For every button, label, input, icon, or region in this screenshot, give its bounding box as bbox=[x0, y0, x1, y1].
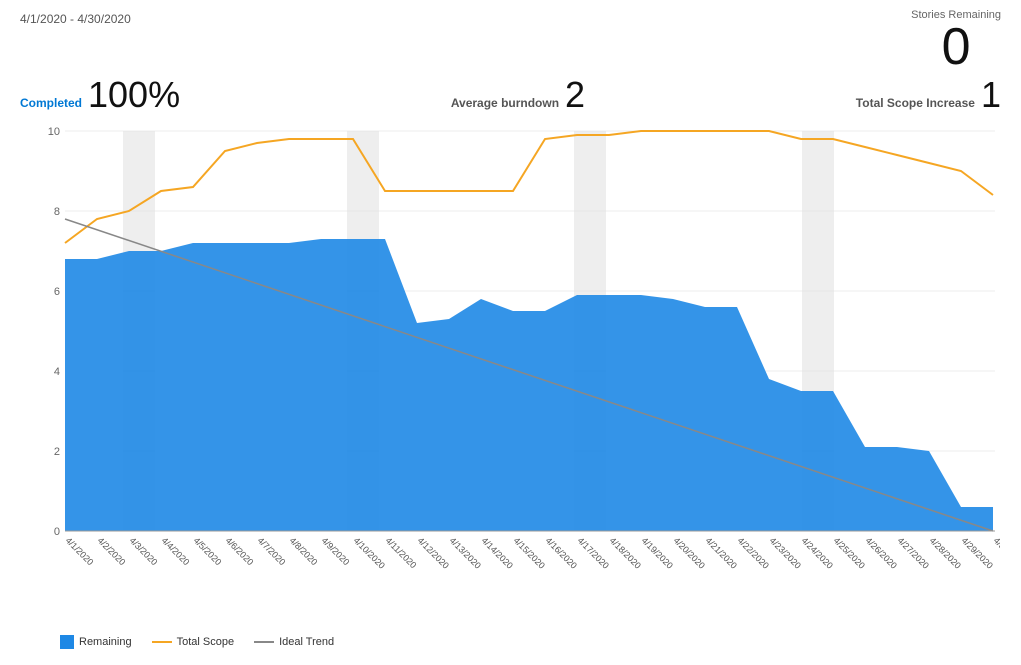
svg-text:4/1/2020: 4/1/2020 bbox=[64, 535, 96, 567]
svg-text:4/20/2020: 4/20/2020 bbox=[672, 535, 707, 570]
svg-text:4/4/2020: 4/4/2020 bbox=[160, 535, 192, 567]
completed-value: 100% bbox=[88, 77, 180, 113]
svg-text:4/5/2020: 4/5/2020 bbox=[192, 535, 224, 567]
svg-text:4/29/2020: 4/29/2020 bbox=[960, 535, 995, 570]
scope-metric: Total Scope Increase 1 bbox=[856, 77, 1001, 113]
scope-value: 1 bbox=[981, 77, 1001, 113]
svg-text:4/10/2020: 4/10/2020 bbox=[352, 535, 387, 570]
remaining-color-swatch bbox=[60, 635, 74, 649]
legend-ideal-trend: Ideal Trend bbox=[254, 636, 334, 648]
svg-text:4/19/2020: 4/19/2020 bbox=[640, 535, 675, 570]
stories-remaining-value: 0 bbox=[911, 21, 1001, 73]
svg-text:4: 4 bbox=[54, 366, 60, 378]
total-scope-legend-label: Total Scope bbox=[177, 636, 234, 648]
svg-text:6: 6 bbox=[54, 286, 60, 298]
svg-text:4/18/2020: 4/18/2020 bbox=[608, 535, 643, 570]
burndown-label: Average burndown bbox=[451, 96, 559, 110]
svg-text:4/2/2020: 4/2/2020 bbox=[96, 535, 128, 567]
svg-text:0: 0 bbox=[54, 526, 60, 538]
chart-area: 10 8 6 4 2 0 bbox=[20, 121, 1001, 631]
svg-text:4/9/2020: 4/9/2020 bbox=[320, 535, 352, 567]
completed-label: Completed bbox=[20, 96, 82, 110]
svg-text:4/17/2020: 4/17/2020 bbox=[576, 535, 611, 570]
burndown-metric: Average burndown 2 bbox=[451, 77, 585, 113]
svg-text:4/3/2020: 4/3/2020 bbox=[128, 535, 160, 567]
svg-text:8: 8 bbox=[54, 206, 60, 218]
legend-remaining: Remaining bbox=[60, 635, 132, 649]
ideal-trend-legend-label: Ideal Trend bbox=[279, 636, 334, 648]
svg-text:4/26/2020: 4/26/2020 bbox=[864, 535, 899, 570]
total-scope-color-swatch bbox=[152, 641, 172, 643]
svg-text:4/21/2020: 4/21/2020 bbox=[704, 535, 739, 570]
burndown-value: 2 bbox=[565, 77, 585, 113]
svg-text:4/15/2020: 4/15/2020 bbox=[512, 535, 547, 570]
svg-text:2: 2 bbox=[54, 446, 60, 458]
svg-text:4/12/2020: 4/12/2020 bbox=[416, 535, 451, 570]
legend-total-scope: Total Scope bbox=[152, 636, 234, 648]
burndown-chart: 10 8 6 4 2 0 bbox=[20, 121, 1000, 611]
metrics-row: Completed 100% Average burndown 2 Total … bbox=[20, 77, 1001, 113]
svg-text:4/24/2020: 4/24/2020 bbox=[800, 535, 835, 570]
total-scope-line bbox=[65, 131, 993, 243]
stories-remaining-widget: Stories Remaining 0 bbox=[911, 10, 1001, 73]
svg-text:4/16/2020: 4/16/2020 bbox=[544, 535, 579, 570]
svg-text:4/28/2020: 4/28/2020 bbox=[928, 535, 963, 570]
svg-text:4/25/2020: 4/25/2020 bbox=[832, 535, 867, 570]
svg-text:4/7/2020: 4/7/2020 bbox=[256, 535, 288, 567]
main-container: 4/1/2020 - 4/30/2020 Stories Remaining 0… bbox=[0, 0, 1021, 665]
remaining-legend-label: Remaining bbox=[79, 636, 132, 648]
remaining-area bbox=[65, 239, 993, 531]
svg-text:4/8/2020: 4/8/2020 bbox=[288, 535, 320, 567]
svg-text:4/13/2020: 4/13/2020 bbox=[448, 535, 483, 570]
date-range: 4/1/2020 - 4/30/2020 bbox=[20, 10, 131, 26]
svg-text:4/14/2020: 4/14/2020 bbox=[480, 535, 515, 570]
svg-text:10: 10 bbox=[48, 126, 60, 138]
completed-metric: Completed 100% bbox=[20, 77, 180, 113]
svg-text:4/27/2020: 4/27/2020 bbox=[896, 535, 931, 570]
svg-text:4/6/2020: 4/6/2020 bbox=[224, 535, 256, 567]
svg-text:4/23/2020: 4/23/2020 bbox=[768, 535, 803, 570]
svg-text:4/11/2020: 4/11/2020 bbox=[384, 535, 419, 570]
header-row: 4/1/2020 - 4/30/2020 Stories Remaining 0 bbox=[20, 10, 1001, 73]
chart-legend: Remaining Total Scope Ideal Trend bbox=[20, 635, 1001, 649]
scope-label: Total Scope Increase bbox=[856, 96, 975, 110]
svg-text:4/22/2020: 4/22/2020 bbox=[736, 535, 771, 570]
ideal-trend-color-swatch bbox=[254, 641, 274, 643]
